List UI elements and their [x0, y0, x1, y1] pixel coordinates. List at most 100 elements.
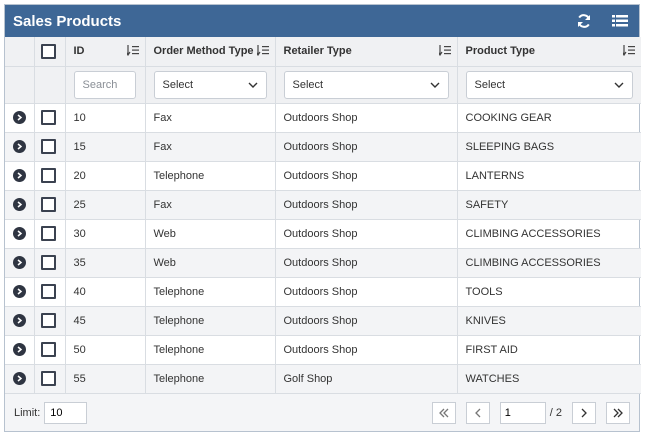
expand-row-icon[interactable]: [13, 314, 26, 327]
columns-menu-button[interactable]: [609, 10, 631, 32]
expand-row-icon[interactable]: [13, 372, 26, 385]
retailer-select[interactable]: Select: [283, 70, 449, 99]
row-checkbox[interactable]: [40, 197, 56, 212]
expand-row-icon[interactable]: [13, 198, 26, 211]
expand-row-icon[interactable]: [13, 285, 26, 298]
row-checkbox[interactable]: [40, 139, 56, 154]
select-cell: [34, 306, 66, 336]
table-row[interactable]: 35 Web Outdoors Shop CLIMBING ACCESSORIE…: [5, 248, 641, 278]
next-page-button[interactable]: [572, 401, 596, 424]
select-value: Select: [162, 78, 194, 91]
filter-row: Select Select Select: [5, 66, 641, 104]
expander-cell: [5, 248, 35, 278]
sort-icon[interactable]: [256, 45, 269, 56]
expand-row-icon[interactable]: [13, 169, 26, 182]
row-checkbox[interactable]: [40, 313, 56, 328]
cell-retailer: Golf Shop: [275, 364, 458, 394]
order-method-select[interactable]: Select: [153, 70, 267, 99]
sort-icon[interactable]: [623, 45, 635, 56]
select-all-checkbox[interactable]: [40, 43, 56, 59]
cell-id: 30: [65, 219, 146, 249]
row-checkbox[interactable]: [40, 371, 56, 386]
cell-order-method: Telephone: [145, 335, 276, 365]
cell-id: 50: [65, 335, 146, 365]
cell-product: SAFETY: [457, 190, 641, 220]
filter-cell-order-method: Select: [145, 66, 276, 104]
expand-row-icon[interactable]: [13, 140, 26, 153]
table-row[interactable]: 15 Fax Outdoors Shop SLEEPING BAGS: [5, 132, 641, 162]
cell-retailer: Outdoors Shop: [275, 161, 458, 191]
column-header-retailer[interactable]: Retailer Type: [275, 37, 458, 67]
column-header-id[interactable]: ID: [65, 37, 146, 67]
cell-retailer: Outdoors Shop: [275, 190, 458, 220]
row-checkbox[interactable]: [40, 168, 56, 183]
expander-cell: [5, 161, 35, 191]
select-cell: [34, 335, 66, 365]
cell-order-method: Fax: [145, 190, 276, 220]
table-row[interactable]: 40 Telephone Outdoors Shop TOOLS: [5, 277, 641, 307]
select-cell: [34, 364, 66, 394]
table-row[interactable]: 50 Telephone Outdoors Shop FIRST AID: [5, 335, 641, 365]
expand-row-icon[interactable]: [13, 343, 26, 356]
table-row[interactable]: 10 Fax Outdoors Shop COOKING GEAR: [5, 103, 641, 133]
limit-input[interactable]: [44, 401, 88, 424]
row-checkbox[interactable]: [40, 110, 56, 125]
expander-cell: [5, 103, 35, 133]
cell-retailer: Outdoors Shop: [275, 306, 458, 336]
select-cell: [34, 103, 66, 133]
cell-retailer: Outdoors Shop: [275, 219, 458, 249]
chevron-right-icon: [581, 408, 587, 417]
cell-product: WATCHES: [457, 364, 641, 394]
sort-icon[interactable]: [438, 45, 451, 56]
filter-cell-empty: [34, 66, 66, 104]
cell-order-method: Web: [145, 219, 276, 249]
expand-row-icon[interactable]: [13, 256, 26, 269]
previous-page-button[interactable]: [465, 401, 490, 424]
product-select[interactable]: Select: [465, 70, 633, 99]
expander-header: [5, 37, 35, 67]
id-search-input[interactable]: [73, 70, 136, 99]
cell-id: 35: [65, 248, 146, 278]
row-checkbox[interactable]: [40, 226, 56, 241]
select-cell: [34, 161, 66, 191]
select-cell: [34, 248, 66, 278]
select-cell: [34, 277, 66, 307]
table-row[interactable]: 20 Telephone Outdoors Shop LANTERNS: [5, 161, 641, 191]
cell-order-method: Telephone: [145, 277, 276, 307]
sort-icon[interactable]: [126, 45, 139, 56]
cell-id: 10: [65, 103, 146, 133]
select-cell: [34, 190, 66, 220]
first-page-button[interactable]: [431, 401, 456, 424]
cell-product: COOKING GEAR: [457, 103, 641, 133]
cell-product: SLEEPING BAGS: [457, 132, 641, 162]
table-row[interactable]: 45 Telephone Outdoors Shop KNIVES: [5, 306, 641, 336]
select-value: Select: [292, 78, 324, 91]
last-page-button[interactable]: [606, 401, 630, 424]
table-row[interactable]: 30 Web Outdoors Shop CLIMBING ACCESSORIE…: [5, 219, 641, 249]
page-number-input[interactable]: [499, 401, 546, 424]
table-row[interactable]: 55 Telephone Golf Shop WATCHES: [5, 364, 641, 394]
chevron-left-icon: [474, 408, 481, 417]
cell-retailer: Outdoors Shop: [275, 132, 458, 162]
cell-id: 40: [65, 277, 146, 307]
column-header-label: Product Type: [465, 45, 535, 58]
cell-order-method: Telephone: [145, 306, 276, 336]
cell-retailer: Outdoors Shop: [275, 248, 458, 278]
row-checkbox[interactable]: [40, 284, 56, 299]
select-cell: [34, 132, 66, 162]
column-header-product[interactable]: Product Type: [457, 37, 641, 67]
cell-id: 15: [65, 132, 146, 162]
cell-retailer: Outdoors Shop: [275, 277, 458, 307]
cell-order-method: Fax: [145, 132, 276, 162]
table-row[interactable]: 25 Fax Outdoors Shop SAFETY: [5, 190, 641, 220]
cell-id: 45: [65, 306, 146, 336]
refresh-button[interactable]: [573, 10, 595, 32]
expand-row-icon[interactable]: [13, 227, 26, 240]
row-checkbox[interactable]: [40, 255, 56, 270]
expand-row-icon[interactable]: [13, 111, 26, 124]
column-header-order-method[interactable]: Order Method Type: [145, 37, 276, 67]
cell-product: CLIMBING ACCESSORIES: [457, 248, 641, 278]
select-cell: [34, 219, 66, 249]
select-all-header: [34, 37, 66, 67]
row-checkbox[interactable]: [40, 342, 56, 357]
